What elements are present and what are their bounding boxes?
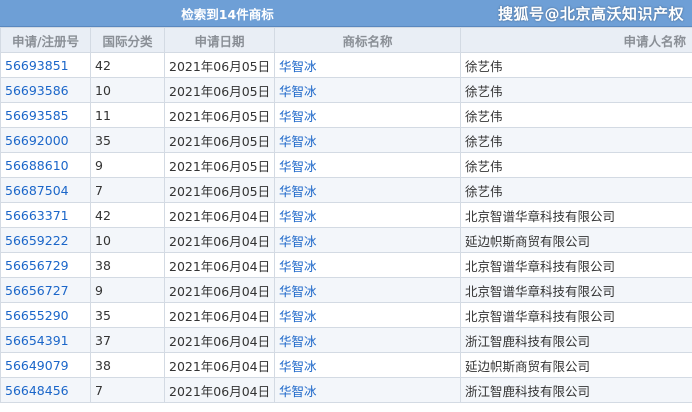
applicant-cell: 徐艺伟 bbox=[460, 177, 692, 203]
applicant-cell: 延边帜斯商贸有限公司 bbox=[460, 227, 692, 253]
applicant-cell: 浙江智鹿科技有限公司 bbox=[460, 377, 692, 403]
table-row[interactable]: 56693585 11 2021年06月05日 华智冰 徐艺伟 bbox=[0, 102, 692, 128]
reg-no-link[interactable]: 56688610 bbox=[0, 152, 91, 178]
results-header-bar: 检索到14件商标 搜狐号@北京高沃知识产权 bbox=[0, 0, 692, 27]
column-header-class[interactable]: 国际分类 bbox=[90, 27, 165, 53]
trademark-name-link[interactable]: 华智冰 bbox=[274, 352, 461, 378]
reg-no-link[interactable]: 56693585 bbox=[0, 102, 91, 128]
table-row[interactable]: 56663371 42 2021年06月04日 华智冰 北京智谱华章科技有限公司 bbox=[0, 202, 692, 228]
table-body: 56693851 42 2021年06月05日 华智冰 徐艺伟 56693586 10 202… bbox=[0, 52, 692, 403]
trademark-results-table: 申请/注册号 国际分类 申请日期 商标名称 申请人名称 56693851 42 20… bbox=[0, 27, 692, 403]
date-cell: 2021年06月05日 bbox=[164, 102, 275, 128]
column-header-reg-no[interactable]: 申请/注册号 bbox=[0, 27, 91, 53]
table-row[interactable]: 56693586 10 2021年06月05日 华智冰 徐艺伟 bbox=[0, 77, 692, 103]
reg-no-link[interactable]: 56654391 bbox=[0, 327, 91, 353]
date-cell: 2021年06月05日 bbox=[164, 127, 275, 153]
trademark-name-link[interactable]: 华智冰 bbox=[274, 377, 461, 403]
applicant-cell: 徐艺伟 bbox=[460, 152, 692, 178]
trademark-name-link[interactable]: 华智冰 bbox=[274, 227, 461, 253]
column-header-trademark-name[interactable]: 商标名称 bbox=[274, 27, 461, 53]
applicant-cell: 徐艺伟 bbox=[460, 127, 692, 153]
table-row[interactable]: 56648456 7 2021年06月04日 华智冰 浙江智鹿科技有限公司 bbox=[0, 377, 692, 403]
table-row[interactable]: 56655290 35 2021年06月04日 华智冰 北京智谱华章科技有限公司 bbox=[0, 302, 692, 328]
table-header-row: 申请/注册号 国际分类 申请日期 商标名称 申请人名称 bbox=[0, 27, 692, 53]
table-row[interactable]: 56659222 10 2021年06月04日 华智冰 延边帜斯商贸有限公司 bbox=[0, 227, 692, 253]
trademark-name-link[interactable]: 华智冰 bbox=[274, 77, 461, 103]
date-cell: 2021年06月04日 bbox=[164, 327, 275, 353]
applicant-cell: 徐艺伟 bbox=[460, 77, 692, 103]
applicant-cell: 北京智谱华章科技有限公司 bbox=[460, 252, 692, 278]
applicant-cell: 北京智谱华章科技有限公司 bbox=[460, 277, 692, 303]
class-cell: 38 bbox=[90, 352, 165, 378]
applicant-cell: 北京智谱华章科技有限公司 bbox=[460, 202, 692, 228]
class-cell: 10 bbox=[90, 227, 165, 253]
class-cell: 42 bbox=[90, 52, 165, 78]
trademark-name-link[interactable]: 华智冰 bbox=[274, 277, 461, 303]
date-cell: 2021年06月04日 bbox=[164, 252, 275, 278]
applicant-cell: 徐艺伟 bbox=[460, 52, 692, 78]
watermark-text: 搜狐号@北京高沃知识产权 bbox=[497, 5, 684, 23]
class-cell: 38 bbox=[90, 252, 165, 278]
column-header-applicant[interactable]: 申请人名称 bbox=[460, 27, 692, 53]
date-cell: 2021年06月05日 bbox=[164, 52, 275, 78]
table-row[interactable]: 56656727 9 2021年06月04日 华智冰 北京智谱华章科技有限公司 bbox=[0, 277, 692, 303]
trademark-name-link[interactable]: 华智冰 bbox=[274, 177, 461, 203]
table-row[interactable]: 56654391 37 2021年06月04日 华智冰 浙江智鹿科技有限公司 bbox=[0, 327, 692, 353]
applicant-cell: 延边帜斯商贸有限公司 bbox=[460, 352, 692, 378]
reg-no-link[interactable]: 56656729 bbox=[0, 252, 91, 278]
trademark-name-link[interactable]: 华智冰 bbox=[274, 202, 461, 228]
class-cell: 10 bbox=[90, 77, 165, 103]
class-cell: 9 bbox=[90, 152, 165, 178]
reg-no-link[interactable]: 56648456 bbox=[0, 377, 91, 403]
class-cell: 42 bbox=[90, 202, 165, 228]
class-cell: 11 bbox=[90, 102, 165, 128]
reg-no-link[interactable]: 56649079 bbox=[0, 352, 91, 378]
class-cell: 7 bbox=[90, 177, 165, 203]
class-cell: 9 bbox=[90, 277, 165, 303]
reg-no-link[interactable]: 56693586 bbox=[0, 77, 91, 103]
table-row[interactable]: 56649079 38 2021年06月04日 华智冰 延边帜斯商贸有限公司 bbox=[0, 352, 692, 378]
class-cell: 37 bbox=[90, 327, 165, 353]
date-cell: 2021年06月04日 bbox=[164, 227, 275, 253]
table-row[interactable]: 56688610 9 2021年06月05日 华智冰 徐艺伟 bbox=[0, 152, 692, 178]
applicant-cell: 浙江智鹿科技有限公司 bbox=[460, 327, 692, 353]
date-cell: 2021年06月04日 bbox=[164, 377, 275, 403]
reg-no-link[interactable]: 56693851 bbox=[0, 52, 91, 78]
reg-no-link[interactable]: 56692000 bbox=[0, 127, 91, 153]
table-row[interactable]: 56693851 42 2021年06月05日 华智冰 徐艺伟 bbox=[0, 52, 692, 78]
column-header-date[interactable]: 申请日期 bbox=[164, 27, 275, 53]
table-row[interactable]: 56692000 35 2021年06月05日 华智冰 徐艺伟 bbox=[0, 127, 692, 153]
date-cell: 2021年06月05日 bbox=[164, 77, 275, 103]
reg-no-link[interactable]: 56659222 bbox=[0, 227, 91, 253]
date-cell: 2021年06月04日 bbox=[164, 202, 275, 228]
reg-no-link[interactable]: 56655290 bbox=[0, 302, 91, 328]
reg-no-link[interactable]: 56663371 bbox=[0, 202, 91, 228]
applicant-cell: 北京智谱华章科技有限公司 bbox=[460, 302, 692, 328]
class-cell: 35 bbox=[90, 302, 165, 328]
trademark-name-link[interactable]: 华智冰 bbox=[274, 152, 461, 178]
trademark-name-link[interactable]: 华智冰 bbox=[274, 327, 461, 353]
trademark-name-link[interactable]: 华智冰 bbox=[274, 102, 461, 128]
reg-no-link[interactable]: 56656727 bbox=[0, 277, 91, 303]
class-cell: 35 bbox=[90, 127, 165, 153]
trademark-name-link[interactable]: 华智冰 bbox=[274, 302, 461, 328]
trademark-name-link[interactable]: 华智冰 bbox=[274, 252, 461, 278]
reg-no-link[interactable]: 56687504 bbox=[0, 177, 91, 203]
class-cell: 7 bbox=[90, 377, 165, 403]
date-cell: 2021年06月05日 bbox=[164, 152, 275, 178]
table-row[interactable]: 56687504 7 2021年06月05日 华智冰 徐艺伟 bbox=[0, 177, 692, 203]
date-cell: 2021年06月05日 bbox=[164, 177, 275, 203]
date-cell: 2021年06月04日 bbox=[164, 277, 275, 303]
table-row[interactable]: 56656729 38 2021年06月04日 华智冰 北京智谱华章科技有限公司 bbox=[0, 252, 692, 278]
date-cell: 2021年06月04日 bbox=[164, 302, 275, 328]
trademark-name-link[interactable]: 华智冰 bbox=[274, 52, 461, 78]
date-cell: 2021年06月04日 bbox=[164, 352, 275, 378]
trademark-name-link[interactable]: 华智冰 bbox=[274, 127, 461, 153]
results-count-title: 检索到14件商标 bbox=[181, 7, 274, 22]
applicant-cell: 徐艺伟 bbox=[460, 102, 692, 128]
